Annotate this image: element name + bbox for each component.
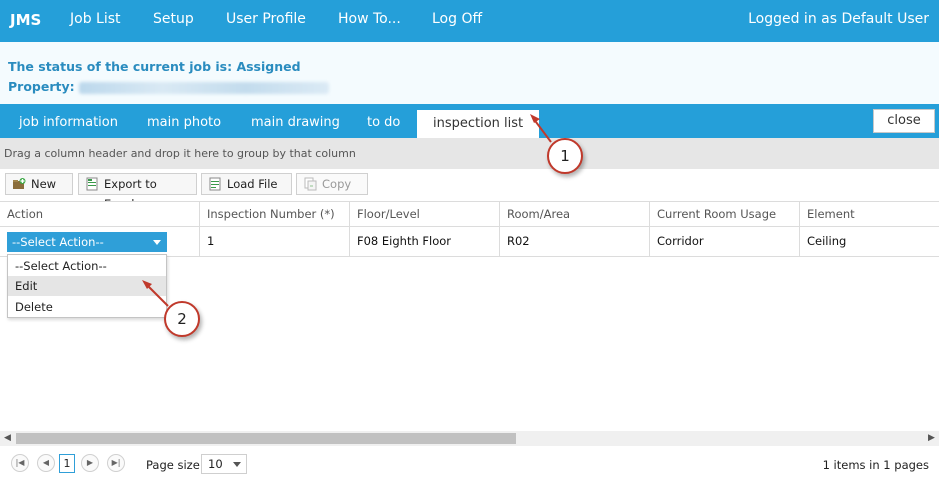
property-value-redacted <box>78 81 329 94</box>
load-file-label: Load File <box>227 177 278 191</box>
tab-main-photo[interactable]: main photo <box>147 115 221 130</box>
current-page-number[interactable]: 1 <box>59 454 75 473</box>
property-line: Property: <box>8 79 329 94</box>
inspection-number-cell: 1 <box>200 227 350 256</box>
action-select-value: --Select Action-- <box>12 235 104 249</box>
scroll-left-icon[interactable]: ◀ <box>0 431 15 446</box>
scroll-right-icon[interactable]: ▶ <box>924 431 939 446</box>
nav-job-list[interactable]: Job List <box>70 11 121 27</box>
nav-how-to[interactable]: How To... <box>338 11 401 27</box>
load-file-icon <box>209 177 221 191</box>
page-size-label: Page size: <box>146 458 204 472</box>
logged-in-user: Logged in as Default User <box>748 11 929 27</box>
action-dropdown-list: --Select Action-- Edit Delete <box>7 254 167 318</box>
load-file-button[interactable]: Load File <box>201 173 292 195</box>
tab-to-do[interactable]: to do <box>367 115 400 130</box>
grid-pager: |◀ ◀ 1 ▶ ▶| Page size: 10 1 items in 1 p… <box>0 446 939 477</box>
action-cell: --Select Action-- <box>0 227 200 256</box>
chevron-down-icon <box>153 240 161 245</box>
top-navbar: JMS Job List Setup User Profile How To..… <box>0 0 939 42</box>
callout-badge-1: 1 <box>547 138 583 174</box>
copy-icon <box>304 177 317 191</box>
table-row: --Select Action-- 1 F08 Eighth Floor R02… <box>0 227 939 257</box>
copy-button-label: Copy <box>322 177 352 191</box>
grid-header: Action Inspection Number (*) Floor/Level… <box>0 201 939 227</box>
next-page-icon[interactable]: ▶ <box>81 454 99 472</box>
first-page-icon[interactable]: |◀ <box>11 454 29 472</box>
job-status-text: The status of the current job is: Assign… <box>8 59 301 74</box>
room-area-cell: R02 <box>500 227 650 256</box>
current-room-usage-cell: Corridor <box>650 227 800 256</box>
tab-job-information[interactable]: job information <box>19 115 118 130</box>
floor-level-cell: F08 Eighth Floor <box>350 227 500 256</box>
column-header-current-room-usage[interactable]: Current Room Usage <box>650 202 800 226</box>
column-header-element[interactable]: Element <box>800 202 939 226</box>
new-record-icon <box>13 178 26 189</box>
pager-info: 1 items in 1 pages <box>822 458 929 472</box>
chevron-down-icon <box>233 462 241 467</box>
column-header-room-area[interactable]: Room/Area <box>500 202 650 226</box>
nav-log-off[interactable]: Log Off <box>432 11 482 27</box>
page-size-select[interactable]: 10 <box>201 454 247 474</box>
property-label: Property: <box>8 79 75 94</box>
nav-user-profile[interactable]: User Profile <box>226 11 306 27</box>
grid-toolbar: New Export to Excel Load File Copy <box>0 169 939 211</box>
nav-setup[interactable]: Setup <box>153 11 194 27</box>
previous-page-icon[interactable]: ◀ <box>37 454 55 472</box>
job-tabs: job information main photo main drawing … <box>0 104 939 138</box>
tab-inspection-list[interactable]: inspection list <box>417 110 540 138</box>
action-select[interactable]: --Select Action-- <box>7 232 167 252</box>
column-header-inspection-number[interactable]: Inspection Number (*) <box>200 202 350 226</box>
close-button[interactable]: close <box>873 109 935 133</box>
new-button-label: New <box>31 177 57 191</box>
tab-main-drawing[interactable]: main drawing <box>251 115 340 130</box>
copy-button[interactable]: Copy <box>296 173 368 195</box>
element-cell: Ceiling <box>807 234 847 248</box>
excel-icon <box>86 177 98 191</box>
app-brand[interactable]: JMS <box>10 11 41 29</box>
dropdown-option-select-action[interactable]: --Select Action-- <box>8 256 166 276</box>
last-page-icon[interactable]: ▶| <box>107 454 125 472</box>
new-button[interactable]: New <box>5 173 73 195</box>
horizontal-scrollbar[interactable]: ◀ ▶ <box>0 431 939 446</box>
column-header-floor-level[interactable]: Floor/Level <box>350 202 500 226</box>
column-header-action[interactable]: Action <box>0 202 200 226</box>
dropdown-option-delete[interactable]: Delete <box>8 297 166 317</box>
group-by-drop-area[interactable]: Drag a column header and drop it here to… <box>0 138 939 169</box>
dropdown-option-edit[interactable]: Edit <box>8 276 166 296</box>
callout-badge-2: 2 <box>164 301 200 337</box>
job-status-panel: The status of the current job is: Assign… <box>0 42 939 104</box>
page-size-value: 10 <box>208 457 223 471</box>
export-to-excel-button[interactable]: Export to Excel <box>78 173 197 211</box>
scrollbar-thumb[interactable] <box>16 433 516 444</box>
